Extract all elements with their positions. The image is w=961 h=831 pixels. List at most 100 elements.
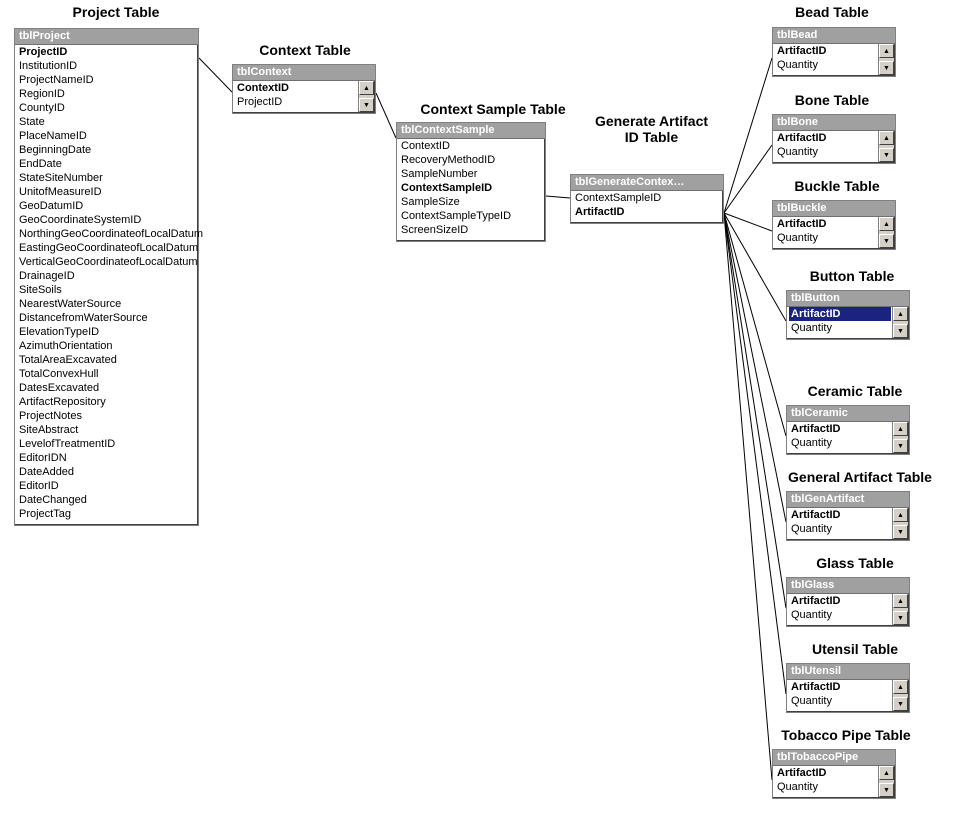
field[interactable]: ArtifactID	[573, 205, 721, 219]
field[interactable]: EastingGeoCoordinateofLocalDatum	[17, 241, 196, 255]
table-gen-artifact[interactable]: tblGenArtifactArtifactIDQuantity▲▼	[786, 491, 910, 541]
field[interactable]: GeoCoordinateSystemID	[17, 213, 196, 227]
table-context[interactable]: tblContext ContextIDProjectID ▲ ▼	[232, 64, 376, 114]
field[interactable]: DistancefromWaterSource	[17, 311, 196, 325]
field[interactable]: Quantity	[789, 608, 891, 622]
field[interactable]: DateChanged	[17, 493, 196, 507]
field[interactable]: EditorIDN	[17, 451, 196, 465]
table-project[interactable]: tblProject ProjectIDInstitutionIDProject…	[14, 28, 199, 526]
scroll-down-icon[interactable]: ▼	[879, 61, 894, 75]
field[interactable]: Quantity	[775, 58, 877, 72]
field[interactable]: Quantity	[789, 694, 891, 708]
field[interactable]: ArtifactID	[789, 508, 891, 522]
scrollbar[interactable]: ▲▼	[892, 680, 908, 711]
scroll-up-icon[interactable]: ▲	[893, 680, 908, 694]
field[interactable]: StateSiteNumber	[17, 171, 196, 185]
scrollbar[interactable]: ▲▼	[878, 44, 894, 75]
field[interactable]: SiteSoils	[17, 283, 196, 297]
field[interactable]: ContextSampleID	[399, 181, 543, 195]
field[interactable]: ArtifactID	[789, 680, 891, 694]
field[interactable]: ElevationTypeID	[17, 325, 196, 339]
scroll-up-icon[interactable]: ▲	[359, 81, 374, 95]
field[interactable]: TotalConvexHull	[17, 367, 196, 381]
scroll-down-icon[interactable]: ▼	[879, 783, 894, 797]
field[interactable]: ArtifactID	[789, 594, 891, 608]
table-bead[interactable]: tblBeadArtifactIDQuantity▲▼	[772, 27, 896, 77]
field[interactable]: ArtifactID	[789, 422, 891, 436]
field[interactable]: SampleNumber	[399, 167, 543, 181]
field[interactable]: ContextID	[235, 81, 357, 95]
field[interactable]: Quantity	[789, 522, 891, 536]
scroll-down-icon[interactable]: ▼	[893, 525, 908, 539]
scroll-up-icon[interactable]: ▲	[879, 44, 894, 58]
scroll-down-icon[interactable]: ▼	[879, 148, 894, 162]
scroll-down-icon[interactable]: ▼	[893, 697, 908, 711]
field[interactable]: RegionID	[17, 87, 196, 101]
scroll-down-icon[interactable]: ▼	[893, 439, 908, 453]
field[interactable]: InstitutionID	[17, 59, 196, 73]
field[interactable]: ArtifactID	[789, 307, 891, 321]
field[interactable]: ProjectNameID	[17, 73, 196, 87]
scrollbar[interactable]: ▲▼	[878, 766, 894, 797]
scrollbar[interactable]: ▲▼	[892, 422, 908, 453]
field[interactable]: EditorID	[17, 479, 196, 493]
field[interactable]: NorthingGeoCoordinateofLocalDatum	[17, 227, 196, 241]
scroll-up-icon[interactable]: ▲	[893, 307, 908, 321]
field[interactable]: Quantity	[775, 145, 877, 159]
scrollbar[interactable]: ▲ ▼	[358, 81, 374, 112]
table-tobacco[interactable]: tblTobaccoPipeArtifactIDQuantity▲▼	[772, 749, 896, 799]
field[interactable]: GeoDatumID	[17, 199, 196, 213]
field[interactable]: ProjectNotes	[17, 409, 196, 423]
field[interactable]: ScreenSizeID	[399, 223, 543, 237]
field[interactable]: ProjectID	[17, 45, 196, 59]
field[interactable]: ContextID	[399, 139, 543, 153]
field[interactable]: ArtifactID	[775, 217, 877, 231]
scroll-up-icon[interactable]: ▲	[893, 594, 908, 608]
field[interactable]: DatesExcavated	[17, 381, 196, 395]
table-button[interactable]: tblButtonArtifactIDQuantity▲▼	[786, 290, 910, 340]
table-context-sample[interactable]: tblContextSample ContextIDRecoveryMethod…	[396, 122, 546, 242]
scrollbar[interactable]: ▲▼	[878, 217, 894, 248]
table-buckle[interactable]: tblBuckleArtifactIDQuantity▲▼	[772, 200, 896, 250]
field[interactable]: LevelofTreatmentID	[17, 437, 196, 451]
scrollbar[interactable]: ▲▼	[892, 594, 908, 625]
field[interactable]: ProjectTag	[17, 507, 196, 521]
scroll-up-icon[interactable]: ▲	[879, 131, 894, 145]
field[interactable]: State	[17, 115, 196, 129]
field[interactable]: DrainageID	[17, 269, 196, 283]
field[interactable]: NearestWaterSource	[17, 297, 196, 311]
scroll-up-icon[interactable]: ▲	[879, 766, 894, 780]
field[interactable]: SiteAbstract	[17, 423, 196, 437]
field[interactable]: ArtifactID	[775, 766, 877, 780]
field[interactable]: UnitofMeasureID	[17, 185, 196, 199]
field[interactable]: AzimuthOrientation	[17, 339, 196, 353]
field[interactable]: Quantity	[789, 436, 891, 450]
field[interactable]: PlaceNameID	[17, 129, 196, 143]
scroll-up-icon[interactable]: ▲	[893, 422, 908, 436]
field[interactable]: Quantity	[789, 321, 891, 335]
field[interactable]: ArtifactID	[775, 44, 877, 58]
field[interactable]: CountyID	[17, 101, 196, 115]
table-generate[interactable]: tblGenerateContex… ContextSampleIDArtifa…	[570, 174, 724, 224]
scrollbar[interactable]: ▲▼	[878, 131, 894, 162]
scroll-down-icon[interactable]: ▼	[893, 324, 908, 338]
scrollbar[interactable]: ▲▼	[892, 508, 908, 539]
field[interactable]: ContextSampleID	[573, 191, 721, 205]
field[interactable]: ArtifactRepository	[17, 395, 196, 409]
field[interactable]: EndDate	[17, 157, 196, 171]
scroll-down-icon[interactable]: ▼	[879, 234, 894, 248]
field[interactable]: ContextSampleTypeID	[399, 209, 543, 223]
scroll-down-icon[interactable]: ▼	[893, 611, 908, 625]
table-utensil[interactable]: tblUtensilArtifactIDQuantity▲▼	[786, 663, 910, 713]
field[interactable]: VerticalGeoCoordinateofLocalDatum	[17, 255, 196, 269]
field[interactable]: TotalAreaExcavated	[17, 353, 196, 367]
scroll-up-icon[interactable]: ▲	[893, 508, 908, 522]
field[interactable]: ArtifactID	[775, 131, 877, 145]
table-ceramic[interactable]: tblCeramicArtifactIDQuantity▲▼	[786, 405, 910, 455]
field[interactable]: BeginningDate	[17, 143, 196, 157]
field[interactable]: RecoveryMethodID	[399, 153, 543, 167]
scrollbar[interactable]: ▲▼	[892, 307, 908, 338]
table-bone[interactable]: tblBoneArtifactIDQuantity▲▼	[772, 114, 896, 164]
field[interactable]: ProjectID	[235, 95, 357, 109]
scroll-down-icon[interactable]: ▼	[359, 98, 374, 112]
